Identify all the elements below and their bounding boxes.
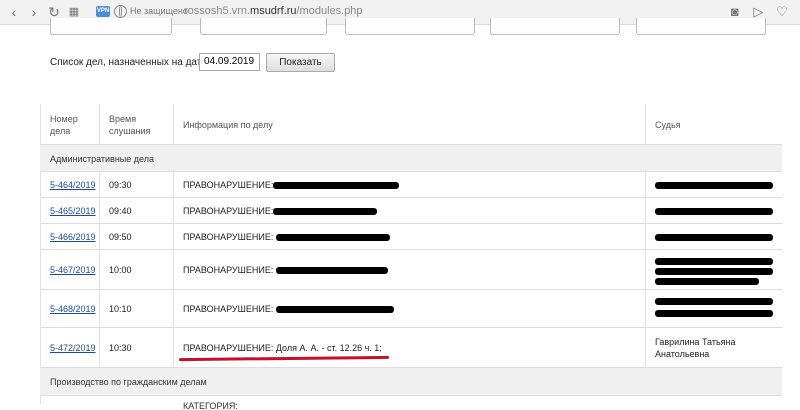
column-divider — [173, 104, 174, 144]
vpn-badge[interactable]: VPN — [96, 6, 110, 17]
redaction-mark — [276, 306, 394, 313]
header-hearing-time: Время слушания — [109, 114, 151, 136]
hearing-time: 10:10 — [109, 304, 132, 314]
url-prefix: rossosh5.vrn. — [184, 5, 251, 17]
case-info: ПРАВОНАРУШЕНИЕ: — [183, 180, 274, 190]
table-row: 5-465/2019 09:40 ПРАВОНАРУШЕНИЕ: — [40, 197, 782, 224]
case-link[interactable]: 5-472/2019 — [50, 343, 96, 353]
hearing-time: 09:40 — [109, 206, 132, 216]
redaction-mark — [655, 234, 773, 241]
case-link[interactable]: 5-464/2019 — [50, 180, 96, 190]
case-info: ПРАВОНАРУШЕНИЕ: — [183, 206, 274, 216]
header-case-info: Информация по делу — [183, 120, 273, 130]
case-info: ПРАВОНАРУШЕНИЕ: — [183, 304, 274, 314]
redaction-mark — [273, 182, 399, 189]
redaction-mark — [273, 208, 377, 215]
camera-icon[interactable]: ◙ — [725, 4, 745, 19]
forward-icon[interactable]: › — [26, 4, 42, 20]
redaction-mark — [276, 267, 388, 274]
hearing-time: 10:30 — [109, 343, 132, 353]
top-tab-2[interactable] — [200, 18, 327, 35]
table-row: 5-467/2019 10:00 ПРАВОНАРУШЕНИЕ: — [40, 249, 782, 290]
security-status[interactable]: Не защищено — [130, 6, 188, 16]
back-icon[interactable]: ‹ — [6, 4, 22, 20]
top-tab-5[interactable] — [636, 18, 766, 35]
redaction-mark — [655, 278, 759, 285]
case-info: ПРАВОНАРУШЕНИЕ: — [183, 232, 274, 242]
section-title: Административные дела — [50, 154, 154, 164]
address-bar[interactable]: rossosh5.vrn.msudrf.ru/modules.php — [184, 5, 363, 17]
case-link[interactable]: 5-468/2019 — [50, 304, 96, 314]
hearing-time: 09:30 — [109, 180, 132, 190]
redaction-mark — [276, 234, 390, 241]
table-row: 5-464/2019 09:30 ПРАВОНАРУШЕНИЕ: — [40, 171, 782, 198]
column-divider — [99, 104, 100, 144]
table-row: КАТЕГОРИЯ: — [40, 395, 782, 410]
section-row-civil: Производство по гражданским делам — [40, 367, 782, 396]
case-info: ПРАВОНАРУШЕНИЕ: Доля А. А. - ст. 12.26 ч… — [183, 343, 382, 353]
section-title: Производство по гражданским делам — [50, 377, 207, 387]
show-button[interactable]: Показать — [266, 53, 335, 72]
hearing-time: 10:00 — [109, 265, 132, 275]
case-link[interactable]: 5-465/2019 — [50, 206, 96, 216]
date-filter-label: Список дел, назначенных на дату — [50, 57, 207, 68]
top-tab-3[interactable] — [345, 18, 475, 35]
redaction-mark — [655, 310, 773, 317]
section-row-admin: Административные дела — [40, 144, 782, 172]
redaction-mark — [655, 268, 773, 275]
header-judge: Судья — [655, 120, 681, 130]
case-link[interactable]: 5-466/2019 — [50, 232, 96, 242]
case-info: ПРАВОНАРУШЕНИЕ: — [183, 265, 274, 275]
url-domain: msudrf.ru — [250, 5, 297, 17]
redaction-mark — [655, 182, 773, 189]
hearing-time: 09:50 — [109, 232, 132, 242]
date-input[interactable] — [199, 53, 260, 71]
redaction-mark — [655, 258, 773, 265]
url-path: /modules.php — [296, 5, 363, 17]
case-link[interactable]: 5-467/2019 — [50, 265, 96, 275]
header-case-number: Номер дела — [50, 114, 78, 136]
highlight-underline — [178, 355, 390, 362]
case-info-partial: КАТЕГОРИЯ: — [183, 401, 238, 410]
redaction-mark — [655, 208, 773, 215]
globe-icon — [114, 5, 127, 18]
table-row: 5-468/2019 10:10 ПРАВОНАРУШЕНИЕ: — [40, 289, 782, 328]
top-tab-4[interactable] — [490, 18, 620, 35]
judge-name: Гаврилина Татьяна Анатольевна — [655, 337, 736, 359]
top-tab-1[interactable] — [50, 18, 172, 35]
redaction-mark — [655, 298, 773, 305]
table-header: Номер дела Время слушания Информация по де… — [40, 104, 782, 144]
table-row: 5-472/2019 10:30 ПРАВОНАРУШЕНИЕ: Доля А.… — [40, 327, 782, 368]
column-divider — [645, 104, 646, 144]
table-row: 5-466/2019 09:50 ПРАВОНАРУШЕНИЕ: — [40, 223, 782, 250]
heart-icon[interactable]: ♡ — [772, 4, 792, 20]
